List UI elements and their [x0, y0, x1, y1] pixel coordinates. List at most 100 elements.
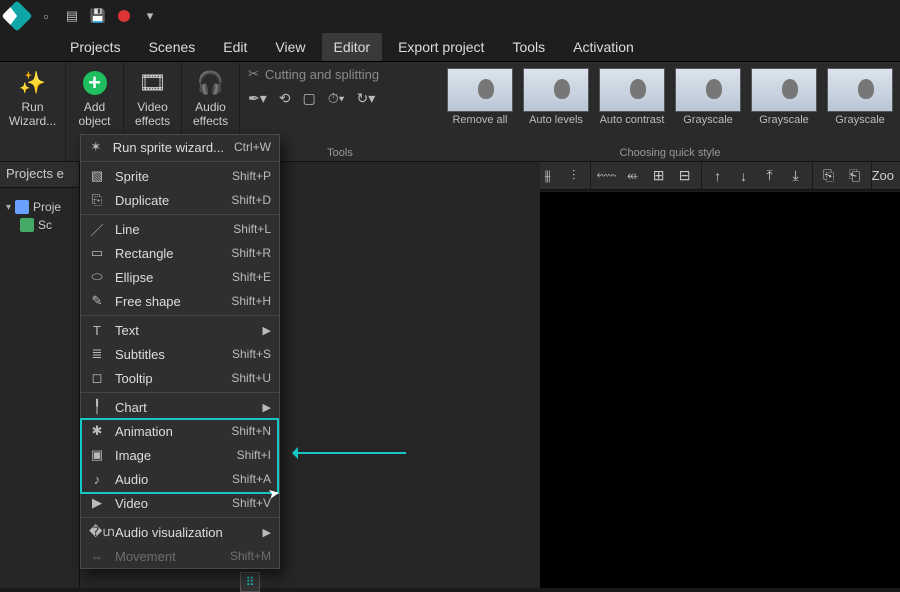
balloon-thumb-icon [751, 68, 817, 112]
balloon-thumb-icon [447, 68, 513, 112]
menu-activation[interactable]: Activation [573, 39, 634, 55]
menu-item-audio[interactable]: ♪AudioShift+A [81, 467, 279, 491]
style-thumb[interactable]: Auto levels [520, 68, 592, 126]
menu-projects[interactable]: Projects [70, 39, 121, 55]
audio-icon: ♪ [89, 472, 105, 487]
tb-dist1-icon[interactable]: ⬳ [599, 168, 615, 184]
tb-front-icon[interactable]: ⤒ [762, 168, 778, 184]
style-thumb[interactable]: Grayscale [748, 68, 820, 126]
menu-item-text[interactable]: TText▶ [81, 318, 279, 342]
tb-back-icon[interactable]: ⤓ [788, 168, 804, 184]
balloon-thumb-icon [523, 68, 589, 112]
menu-item-label: Line [115, 222, 223, 237]
title-bar: ▫ ▤ 💾 ▾ [0, 0, 900, 32]
tool-crop-icon[interactable]: ⟲ [279, 90, 291, 107]
style-group-label: Choosing quick style [440, 147, 900, 159]
tb-align6-icon[interactable]: ⫶ [566, 168, 582, 184]
menu-scenes[interactable]: Scenes [149, 39, 196, 55]
plus-icon: + [83, 71, 107, 95]
tb-dist3-icon[interactable]: ⊞ [651, 168, 667, 184]
menu-item-audio-visualization[interactable]: �տ Audio visualization ▶ [81, 520, 279, 544]
style-thumb[interactable]: Auto contrast [596, 68, 668, 126]
menu-item-label: Chart [115, 400, 253, 415]
tool-pen-icon[interactable]: ✒▾ [248, 90, 267, 107]
menu-item-label: Audio [115, 472, 222, 487]
balloon-thumb-icon [599, 68, 665, 112]
run-sprite-wizard--icon: ✶ [89, 139, 103, 155]
menu-item-free-shape[interactable]: ✎Free shapeShift+H [81, 289, 279, 313]
menu-item-run-sprite-wizard[interactable]: ✶Run sprite wizard...Ctrl+W [81, 135, 279, 159]
menu-item-subtitles[interactable]: ≣SubtitlesShift+S [81, 342, 279, 366]
panel-bg-2 [280, 162, 540, 588]
menu-item-chart[interactable]: ╿ Chart ▶ [81, 395, 279, 419]
open-icon[interactable]: ▤ [64, 8, 80, 24]
submenu-arrow-icon: ▶ [263, 401, 271, 414]
projects-panel: Projects e ▾Proje Sc [0, 162, 80, 588]
film-icon: 🎞 [140, 70, 166, 96]
menu-item-duplicate[interactable]: ⎘DuplicateShift+D [81, 188, 279, 212]
style-thumb[interactable]: Grayscale [824, 68, 896, 126]
menu-item-sprite[interactable]: ▧SpriteShift+P [81, 164, 279, 188]
video-icon: ▶ [89, 495, 105, 511]
menu-item-ellipse[interactable]: ⬭EllipseShift+E [81, 265, 279, 289]
audio-effects-button[interactable]: 🎧 Audio effects [189, 68, 232, 130]
style-thumb[interactable]: Grayscale [672, 68, 744, 126]
tb-copy-icon[interactable]: ⎘ [821, 168, 837, 184]
new-icon[interactable]: ▫ [38, 8, 54, 24]
menu-item-label: Text [115, 323, 253, 338]
zoom-label[interactable]: Zoo [872, 168, 900, 183]
scene-icon [20, 218, 34, 232]
app-logo-icon [1, 0, 32, 31]
submenu-arrow-icon: ▶ [263, 526, 271, 539]
menu-item-label: Run sprite wizard... [113, 140, 224, 155]
tool-timer-icon[interactable]: ⏱▾ [328, 90, 345, 107]
menu-edit[interactable]: Edit [223, 39, 247, 55]
audio-visualization-icon: �տ [89, 524, 105, 540]
animation-icon: ✱ [89, 423, 105, 439]
menu-item-line[interactable]: ／LineShift+L [81, 217, 279, 241]
menu-export-project[interactable]: Export project [398, 39, 484, 55]
side-tool-3-icon[interactable]: ⠿ [240, 572, 260, 592]
tool-rect-icon[interactable]: ▢ [303, 90, 316, 107]
tb-dist4-icon[interactable]: ⊟ [677, 168, 693, 184]
save-icon[interactable]: 💾 [90, 8, 106, 24]
menu-item-tooltip[interactable]: ◻TooltipShift+U [81, 366, 279, 390]
menu-view[interactable]: View [275, 39, 305, 55]
rectangle-icon: ▭ [89, 245, 105, 261]
chart-icon: ╿ [89, 399, 105, 415]
run-wizard-button[interactable]: ✨ Run Wizard... [5, 68, 60, 130]
add-object-button[interactable]: + Add object [74, 68, 114, 130]
menu-item-rectangle[interactable]: ▭RectangleShift+R [81, 241, 279, 265]
tool-rotate-icon[interactable]: ↻▾ [357, 90, 376, 107]
tb-up-icon[interactable]: ↑ [710, 168, 726, 184]
submenu-arrow-icon: ▶ [263, 324, 271, 337]
menu-item-image[interactable]: ▣ImageShift+I [81, 443, 279, 467]
subtitles-icon: ≣ [89, 346, 105, 362]
tb-paste-icon[interactable]: ⎗ [847, 168, 863, 184]
dropdown-icon[interactable]: ▾ [142, 8, 158, 24]
headphones-icon: 🎧 [198, 70, 224, 96]
menu-item-label: Sprite [115, 169, 222, 184]
arrow-annotation [296, 452, 406, 454]
menu-item-video[interactable]: ▶VideoShift+V [81, 491, 279, 515]
project-tree[interactable]: ▾Proje Sc [0, 198, 79, 234]
menu-item-label: Ellipse [115, 270, 222, 285]
menu-item-animation[interactable]: ✱AnimationShift+N [81, 419, 279, 443]
image-icon: ▣ [89, 447, 105, 463]
tb-align5-icon[interactable]: ⫵ [540, 168, 556, 184]
tb-down-icon[interactable]: ↓ [736, 168, 752, 184]
menu-editor[interactable]: Editor [322, 33, 383, 61]
duplicate-icon: ⎘ [89, 192, 105, 208]
preview-area[interactable] [540, 192, 900, 588]
video-effects-button[interactable]: 🎞 Video effects [131, 68, 174, 130]
balloon-thumb-icon [675, 68, 741, 112]
menu-item-movement: ⇔MovementShift+M [81, 544, 279, 568]
tb-dist2-icon[interactable]: ⬴ [625, 168, 641, 184]
sprite-icon: ▧ [89, 168, 105, 184]
menu-tools[interactable]: Tools [512, 39, 545, 55]
projects-panel-title: Projects e [0, 162, 79, 188]
record-icon[interactable] [116, 8, 132, 24]
menu-item-label: Audio visualization [115, 525, 253, 540]
style-thumb[interactable]: Remove all [444, 68, 516, 126]
ellipse-icon: ⬭ [89, 269, 105, 285]
